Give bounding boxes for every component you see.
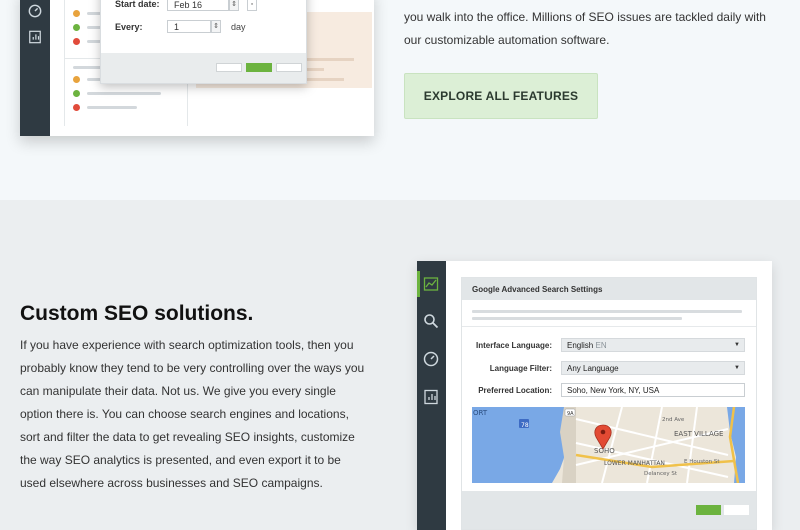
modal-other-button[interactable] — [276, 63, 302, 72]
map-label-houston: E Houston St — [684, 459, 720, 465]
start-date-label: Start date: — [115, 0, 160, 9]
section-body: If you have experience with search optim… — [20, 338, 365, 490]
list-item — [73, 104, 183, 112]
location-map[interactable]: 78 9A ORT EAST VILLAGE SOHO LOWER MANHAT… — [472, 407, 745, 483]
list-item — [73, 90, 183, 98]
start-date-stepper[interactable]: ⇕ — [229, 0, 239, 11]
section-title-rest: SEO solutions. — [104, 302, 254, 325]
features-section-top: Start date: Feb 16 ⇕ ▫ Every: 1 ⇕ day yo… — [0, 0, 800, 200]
report-icon[interactable] — [28, 30, 42, 44]
language-filter-select[interactable]: Any Language ▼ — [561, 361, 745, 375]
interface-language-select[interactable]: English EN ▼ — [561, 338, 745, 352]
interface-language-label: Interface Language: — [475, 341, 552, 350]
every-input[interactable]: 1 — [167, 20, 211, 33]
map-label-route: 78 — [521, 422, 529, 429]
modal-cancel-button[interactable] — [216, 63, 242, 72]
every-stepper[interactable]: ⇕ — [211, 20, 221, 33]
gauge-icon[interactable] — [28, 4, 42, 18]
intro-paragraph: you walk into the office. Millions of SE… — [404, 10, 766, 47]
explore-all-features-button[interactable]: EXPLORE ALL FEATURES — [404, 73, 598, 119]
calendar-icon[interactable]: ▫ — [247, 0, 257, 11]
start-date-input[interactable]: Feb 16 — [167, 0, 229, 11]
chart-icon[interactable] — [423, 276, 439, 292]
cancel-button[interactable] — [724, 505, 749, 515]
search-settings-mockup: Google Advanced Search Settings Interfac… — [417, 261, 772, 530]
map-label-soho: SOHO — [594, 447, 615, 455]
map-label-second-ave: 2nd Ave — [662, 417, 685, 423]
map-label-east-village: EAST VILLAGE — [674, 430, 723, 438]
map-label-port: ORT — [473, 409, 488, 417]
modal-footer — [101, 53, 306, 83]
every-unit: day — [231, 22, 246, 32]
preferred-location-label: Preferred Location: — [478, 386, 552, 395]
settings-description — [472, 310, 742, 313]
language-filter-label: Language Filter: — [489, 364, 552, 373]
chevron-down-icon: ▼ — [734, 365, 740, 371]
modal-save-button[interactable] — [246, 63, 272, 72]
map-label-delancey: Delancey St — [644, 471, 678, 477]
search-icon[interactable] — [423, 313, 439, 329]
settings-card-header: Google Advanced Search Settings — [462, 278, 756, 300]
report-icon[interactable] — [423, 389, 439, 405]
app-sidebar-rail — [417, 261, 446, 530]
map-canvas: 78 9A ORT EAST VILLAGE SOHO LOWER MANHAT… — [472, 407, 745, 483]
settings-card-footer — [462, 491, 756, 529]
apply-button[interactable] — [696, 505, 721, 515]
app-sidebar-rail — [20, 0, 50, 136]
gauge-icon[interactable] — [423, 351, 439, 367]
map-label-route2: 9A — [567, 411, 574, 417]
chevron-down-icon: ▼ — [734, 342, 740, 348]
preferred-location-input[interactable]: Soho, New York, NY, USA — [561, 383, 745, 397]
every-label: Every: — [115, 22, 143, 32]
map-label-lower-manhattan: LOWER MANHATTAN — [604, 460, 665, 467]
settings-card: Google Advanced Search Settings Interfac… — [461, 277, 757, 530]
schedule-modal: Start date: Feb 16 ⇕ ▫ Every: 1 ⇕ day — [100, 0, 307, 84]
section-title: Custom SEO solutions. — [20, 302, 253, 326]
active-indicator — [417, 271, 420, 297]
section-title-bold: Custom — [20, 302, 99, 325]
